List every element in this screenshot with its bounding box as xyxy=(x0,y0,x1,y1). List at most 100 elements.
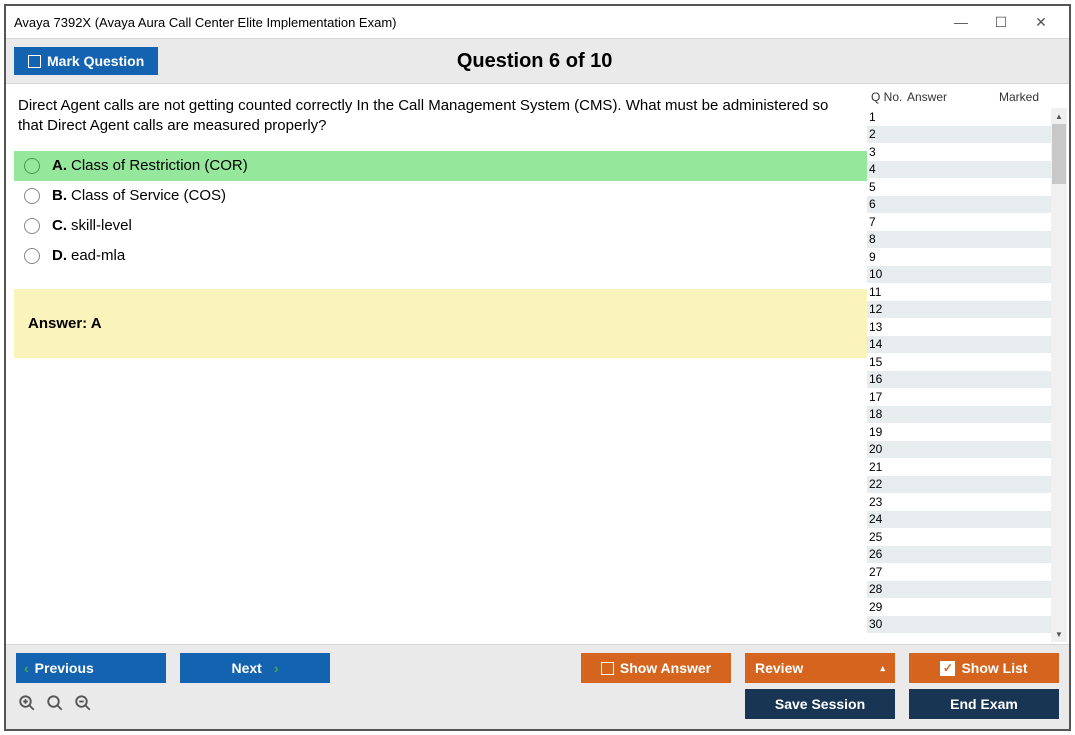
option-letter: B. xyxy=(52,187,67,204)
radio-icon[interactable] xyxy=(24,188,40,204)
qlist-qno: 15 xyxy=(869,355,907,369)
scroll-up-icon[interactable]: ▲ xyxy=(1051,108,1067,124)
close-icon[interactable]: ✕ xyxy=(1021,11,1061,33)
question-panel: Direct Agent calls are not getting count… xyxy=(6,84,867,644)
qlist-row[interactable]: 13 xyxy=(867,318,1051,336)
checkbox-checked-icon: ✓ xyxy=(940,661,955,676)
review-label: Review xyxy=(755,660,803,676)
qlist-row[interactable]: 18 xyxy=(867,406,1051,424)
qlist-qno: 21 xyxy=(869,460,907,474)
question-counter: Question 6 of 10 xyxy=(158,50,911,73)
save-session-label: Save Session xyxy=(775,696,865,712)
qlist-qno: 28 xyxy=(869,582,907,596)
qlist-row[interactable]: 30 xyxy=(867,616,1051,634)
previous-button[interactable]: ‹ Previous xyxy=(16,653,166,683)
qlist-row[interactable]: 15 xyxy=(867,353,1051,371)
top-toolbar: Mark Question Question 6 of 10 xyxy=(6,38,1069,84)
qlist-row[interactable]: 25 xyxy=(867,528,1051,546)
option-text: skill-level xyxy=(71,217,132,234)
qlist-qno: 7 xyxy=(869,215,907,229)
radio-icon[interactable] xyxy=(24,218,40,234)
qlist-row[interactable]: 26 xyxy=(867,546,1051,564)
qlist-row[interactable]: 1 xyxy=(867,108,1051,126)
qlist-row[interactable]: 7 xyxy=(867,213,1051,231)
qlist-row[interactable]: 12 xyxy=(867,301,1051,319)
show-list-label: Show List xyxy=(961,660,1027,676)
qlist-rows[interactable]: 1234567891011121314151617181920212223242… xyxy=(867,108,1051,642)
window-controls: — ☐ ✕ xyxy=(941,11,1061,33)
qlist-qno: 8 xyxy=(869,232,907,246)
qlist-row[interactable]: 2 xyxy=(867,126,1051,144)
radio-icon[interactable] xyxy=(24,248,40,264)
mark-question-button[interactable]: Mark Question xyxy=(14,47,158,75)
qlist-row[interactable]: 20 xyxy=(867,441,1051,459)
scrollbar[interactable]: ▲ ▼ xyxy=(1051,108,1067,642)
qlist-qno: 22 xyxy=(869,477,907,491)
qlist-row[interactable]: 8 xyxy=(867,231,1051,249)
end-exam-label: End Exam xyxy=(950,696,1018,712)
checkbox-empty-icon xyxy=(601,662,614,675)
option-text: Class of Restriction (COR) xyxy=(71,157,248,174)
qlist-qno: 19 xyxy=(869,425,907,439)
show-list-button[interactable]: ✓ Show List xyxy=(909,653,1059,683)
qlist-row[interactable]: 6 xyxy=(867,196,1051,214)
next-button[interactable]: Next › xyxy=(180,653,330,683)
scroll-thumb[interactable] xyxy=(1052,124,1066,184)
app-window: Avaya 7392X (Avaya Aura Call Center Elit… xyxy=(4,4,1071,731)
qlist-row[interactable]: 23 xyxy=(867,493,1051,511)
qlist-row[interactable]: 24 xyxy=(867,511,1051,529)
end-exam-button[interactable]: End Exam xyxy=(909,689,1059,719)
qlist-row[interactable]: 4 xyxy=(867,161,1051,179)
qlist-row[interactable]: 10 xyxy=(867,266,1051,284)
qlist-row[interactable]: 16 xyxy=(867,371,1051,389)
qlist-qno: 30 xyxy=(869,617,907,631)
review-button[interactable]: Review ▴ xyxy=(745,653,895,683)
question-list-panel: Q No. Answer Marked 12345678910111213141… xyxy=(867,86,1067,642)
qlist-qno: 17 xyxy=(869,390,907,404)
qlist-row[interactable]: 22 xyxy=(867,476,1051,494)
qlist-row[interactable]: 17 xyxy=(867,388,1051,406)
option-c[interactable]: C. skill-level xyxy=(14,211,867,241)
scroll-down-icon[interactable]: ▼ xyxy=(1051,626,1067,642)
qlist-qno: 3 xyxy=(869,145,907,159)
qlist-qno: 9 xyxy=(869,250,907,264)
option-b[interactable]: B. Class of Service (COS) xyxy=(14,181,867,211)
qlist-qno: 25 xyxy=(869,530,907,544)
qlist-row[interactable]: 11 xyxy=(867,283,1051,301)
mark-question-label: Mark Question xyxy=(47,53,144,69)
option-d[interactable]: D. ead-mla xyxy=(14,241,867,271)
qlist-row[interactable]: 9 xyxy=(867,248,1051,266)
qlist-row[interactable]: 29 xyxy=(867,598,1051,616)
chevron-down-icon: ▴ xyxy=(880,663,885,674)
qlist-qno: 13 xyxy=(869,320,907,334)
previous-label: Previous xyxy=(35,660,94,676)
qlist-header-marked: Marked xyxy=(973,90,1065,104)
qlist-qno: 11 xyxy=(869,285,907,299)
footer-row-2: Save Session End Exam xyxy=(16,689,1059,719)
qlist-row[interactable]: 14 xyxy=(867,336,1051,354)
qlist-row[interactable]: 21 xyxy=(867,458,1051,476)
qlist-body: 1234567891011121314151617181920212223242… xyxy=(867,108,1067,642)
qlist-qno: 1 xyxy=(869,110,907,124)
qlist-qno: 14 xyxy=(869,337,907,351)
qlist-row[interactable]: 19 xyxy=(867,423,1051,441)
qlist-row[interactable]: 28 xyxy=(867,581,1051,599)
zoom-reset-icon[interactable] xyxy=(16,692,38,714)
save-session-button[interactable]: Save Session xyxy=(745,689,895,719)
qlist-qno: 5 xyxy=(869,180,907,194)
option-a[interactable]: A. Class of Restriction (COR) xyxy=(14,151,867,181)
main-area: Direct Agent calls are not getting count… xyxy=(6,84,1069,644)
qlist-row[interactable]: 5 xyxy=(867,178,1051,196)
qlist-qno: 4 xyxy=(869,162,907,176)
radio-icon[interactable] xyxy=(24,158,40,174)
zoom-in-icon[interactable] xyxy=(44,692,66,714)
zoom-out-icon[interactable] xyxy=(72,692,94,714)
qlist-row[interactable]: 3 xyxy=(867,143,1051,161)
qlist-row[interactable]: 27 xyxy=(867,563,1051,581)
option-letter: A. xyxy=(52,157,67,174)
checkbox-empty-icon xyxy=(28,55,41,68)
qlist-qno: 26 xyxy=(869,547,907,561)
show-answer-button[interactable]: Show Answer xyxy=(581,653,731,683)
maximize-icon[interactable]: ☐ xyxy=(981,11,1021,33)
minimize-icon[interactable]: — xyxy=(941,11,981,33)
